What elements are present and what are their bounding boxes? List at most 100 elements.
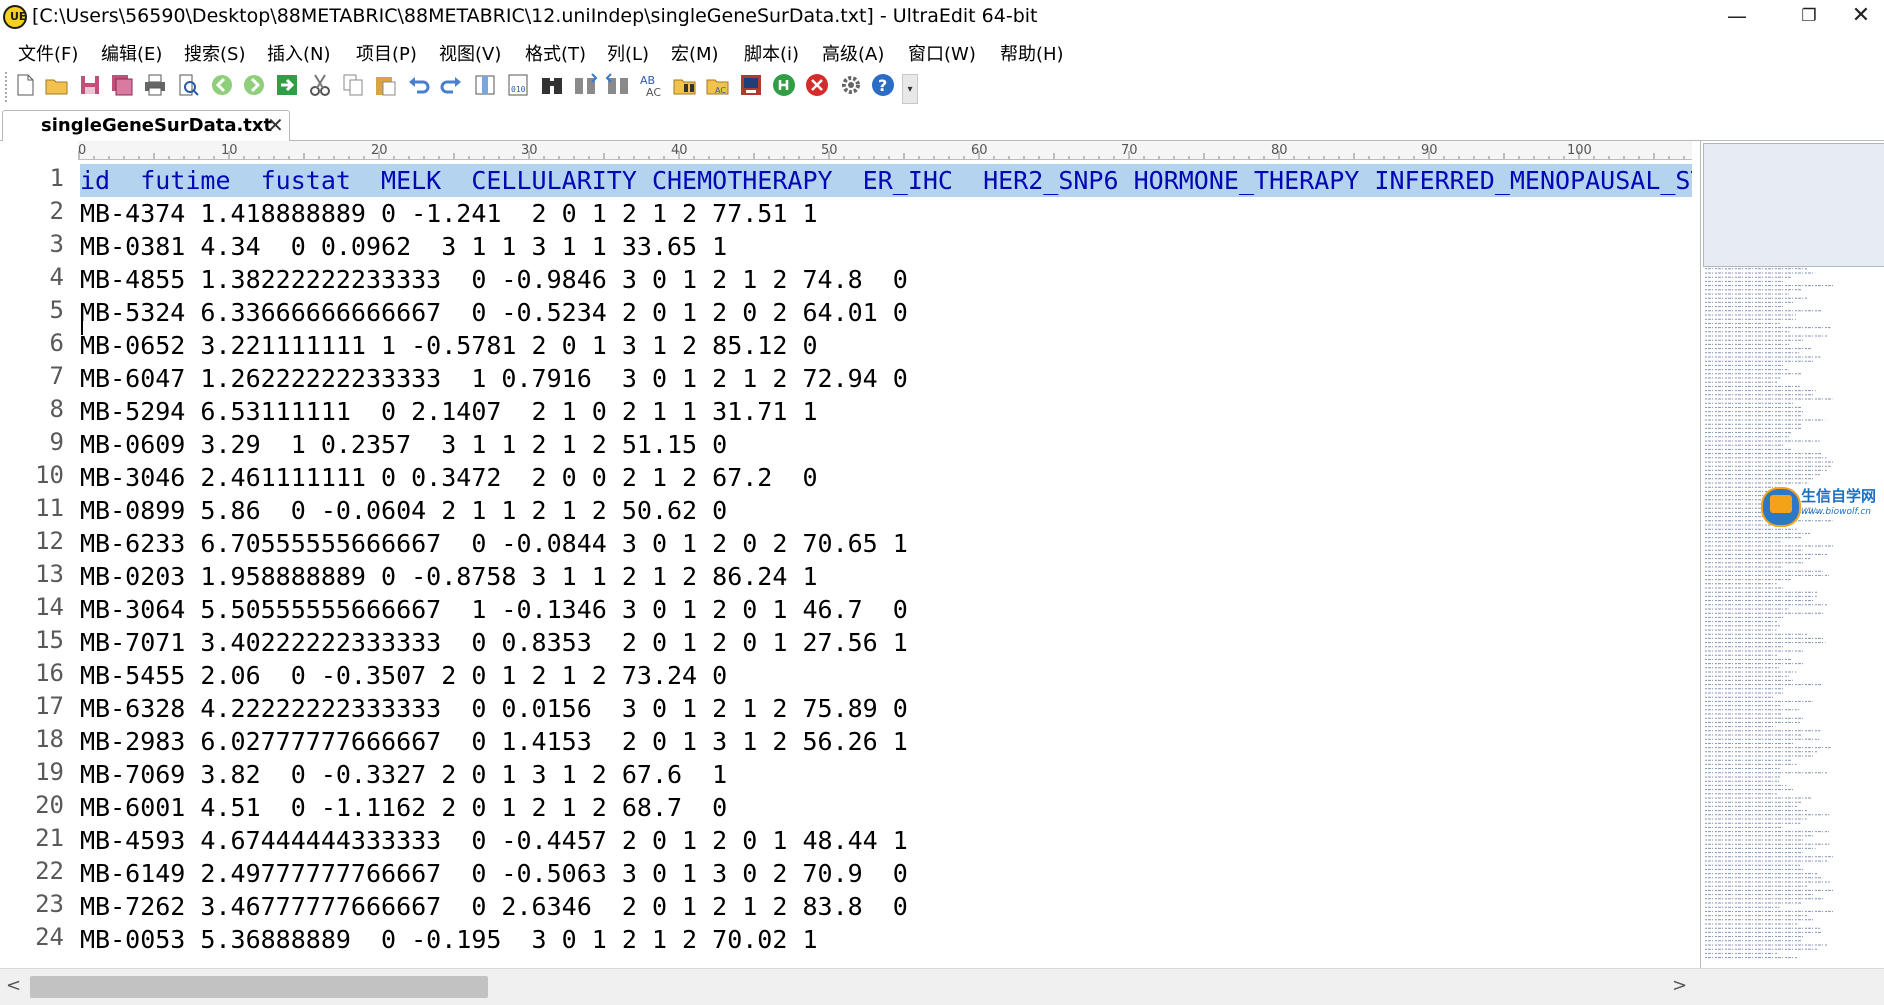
menu-edit[interactable]: 编辑(E) <box>101 40 162 66</box>
code-line[interactable]: MB-5455 2.06 0 -0.3507 2 0 1 2 1 2 73.24… <box>80 659 1692 692</box>
line-number[interactable]: 1 <box>4 164 64 192</box>
toolbar-overflow-button[interactable]: ▾ <box>902 74 918 104</box>
code-line[interactable]: MB-4855 1.38222222233333 0 -0.9846 3 0 1… <box>80 263 1692 296</box>
close-button[interactable]: ✕ <box>1836 0 1884 34</box>
menu-column[interactable]: 列(L) <box>607 40 649 66</box>
menu-format[interactable]: 格式(T) <box>525 40 586 66</box>
find-in-files-icon[interactable] <box>672 72 698 98</box>
line-number[interactable]: 22 <box>4 857 64 885</box>
line-number[interactable]: 20 <box>4 791 64 819</box>
horizontal-scrollbar[interactable]: < > <box>0 968 1700 1005</box>
line-number[interactable]: 7 <box>4 362 64 390</box>
code-line[interactable]: MB-0203 1.958888889 0 -0.8758 3 1 1 2 1 … <box>80 560 1692 593</box>
code-line[interactable]: MB-7069 3.82 0 -0.3327 2 0 1 3 1 2 67.6 … <box>80 758 1692 791</box>
maximize-button[interactable]: ❐ <box>1784 0 1834 34</box>
code-line[interactable]: MB-0609 3.29 1 0.2357 3 1 1 2 1 2 51.15 … <box>80 428 1692 461</box>
line-number[interactable]: 6 <box>4 329 64 357</box>
code-line[interactable]: MB-7262 3.46777777666667 0 2.6346 2 0 1 … <box>80 890 1692 923</box>
line-number[interactable]: 21 <box>4 824 64 852</box>
tab-close-icon[interactable]: ✕ <box>267 113 284 137</box>
ultraedit-logo-icon[interactable]: UE <box>3 5 27 29</box>
ftp-icon[interactable] <box>738 72 764 98</box>
macro-record-icon[interactable] <box>771 72 797 98</box>
code-line[interactable]: MB-3046 2.461111111 0 0.3472 2 0 0 2 1 2… <box>80 461 1692 494</box>
line-number[interactable]: 3 <box>4 230 64 258</box>
code-line[interactable]: MB-6149 2.49777777766667 0 -0.5063 3 0 1… <box>80 857 1692 890</box>
print-icon[interactable] <box>142 72 168 98</box>
menu-search[interactable]: 搜索(S) <box>184 40 245 66</box>
find-next-icon[interactable] <box>572 72 598 98</box>
line-number[interactable]: 11 <box>4 494 64 522</box>
code-area[interactable]: id futime fustat MELK CELLULARITY CHEMOT… <box>80 160 1692 968</box>
line-number[interactable]: 10 <box>4 461 64 489</box>
scrollbar-thumb[interactable] <box>30 976 488 998</box>
code-line[interactable]: MB-0652 3.221111111 1 -0.5781 2 0 1 3 1 … <box>80 329 1692 362</box>
line-number-gutter[interactable]: 1 2 3 4 5 6 7 8 9 10 11 12 13 14 15 16 17 18 19 20 21 22 23 24 <box>0 160 76 968</box>
code-line[interactable]: MB-4593 4.67444444333333 0 -0.4457 2 0 1… <box>80 824 1692 857</box>
line-number[interactable]: 8 <box>4 395 64 423</box>
save-icon[interactable] <box>77 72 103 98</box>
line-number[interactable]: 12 <box>4 527 64 555</box>
line-number[interactable]: 5 <box>4 296 64 324</box>
save-all-icon[interactable] <box>109 72 135 98</box>
line-number[interactable]: 4 <box>4 263 64 291</box>
line-number[interactable]: 9 <box>4 428 64 456</box>
open-folder-icon[interactable] <box>44 72 70 98</box>
print-preview-icon[interactable] <box>175 72 201 98</box>
line-number[interactable]: 15 <box>4 626 64 654</box>
code-line[interactable]: MB-0381 4.34 0 0.0962 3 1 1 3 1 1 33.65 … <box>80 230 1692 263</box>
code-line[interactable]: MB-3064 5.50555555666667 1 -0.1346 3 0 1… <box>80 593 1692 626</box>
line-number[interactable]: 14 <box>4 593 64 621</box>
help-icon[interactable]: ? <box>870 72 896 98</box>
menu-advanced[interactable]: 高级(A) <box>822 40 884 66</box>
menu-insert[interactable]: 插入(N) <box>267 40 331 66</box>
column-mode-icon[interactable] <box>472 72 498 98</box>
scroll-left-arrow[interactable]: < <box>6 975 21 996</box>
macro-stop-icon[interactable] <box>804 72 830 98</box>
toolbar-grip[interactable] <box>5 72 11 102</box>
menu-project[interactable]: 项目(P) <box>356 40 417 66</box>
code-line[interactable]: id futime fustat MELK CELLULARITY CHEMOT… <box>80 164 1692 197</box>
tab-singlegenesurdata[interactable]: singleGeneSurData.txt ✕ <box>2 110 290 143</box>
code-line[interactable]: MB-6328 4.22222222333333 0 0.0156 3 0 1 … <box>80 692 1692 725</box>
line-number[interactable]: 19 <box>4 758 64 786</box>
code-line[interactable]: MB-0899 5.86 0 -0.0604 2 1 1 2 1 2 50.62… <box>80 494 1692 527</box>
line-number[interactable]: 13 <box>4 560 64 588</box>
undo-icon[interactable] <box>406 72 432 98</box>
settings-icon[interactable] <box>838 72 864 98</box>
redo-icon[interactable] <box>438 72 464 98</box>
code-line[interactable]: MB-6047 1.26222222233333 1 0.7916 3 0 1 … <box>80 362 1692 395</box>
goto-icon[interactable] <box>274 72 300 98</box>
line-number[interactable]: 2 <box>4 197 64 225</box>
hex-mode-icon[interactable]: 010 <box>505 72 531 98</box>
code-line[interactable]: MB-4374 1.418888889 0 -1.241 2 0 1 2 1 2… <box>80 197 1692 230</box>
replace-icon[interactable]: AB AC <box>638 72 664 98</box>
line-number[interactable]: 16 <box>4 659 64 687</box>
line-number[interactable]: 18 <box>4 725 64 753</box>
code-line[interactable]: MB-5294 6.53111111 0 2.1407 2 1 0 2 1 1 … <box>80 395 1692 428</box>
editor-pane[interactable]: 0 10 20 30 40 50 60 70 80 90 100 1234567… <box>0 141 1700 968</box>
menu-view[interactable]: 视图(V) <box>439 40 501 66</box>
scroll-right-arrow[interactable]: > <box>1672 975 1687 996</box>
new-file-icon[interactable] <box>12 72 38 98</box>
find-prev-icon[interactable] <box>605 72 631 98</box>
line-number[interactable]: 24 <box>4 923 64 951</box>
minimap-viewport[interactable] <box>1703 143 1884 267</box>
menu-script[interactable]: 脚本(i) <box>744 40 799 66</box>
forward-icon[interactable] <box>241 72 267 98</box>
replace-in-files-icon[interactable]: AC <box>705 72 731 98</box>
line-number[interactable]: 17 <box>4 692 64 720</box>
menu-help[interactable]: 帮助(H) <box>1000 40 1064 66</box>
menu-window[interactable]: 窗口(W) <box>908 40 976 66</box>
code-line[interactable]: MB-7071 3.40222222333333 0 0.8353 2 0 1 … <box>80 626 1692 659</box>
menu-macro[interactable]: 宏(M) <box>671 40 719 66</box>
code-line[interactable]: MB-6001 4.51 0 -1.1162 2 0 1 2 1 2 68.7 … <box>80 791 1692 824</box>
code-line[interactable]: MB-2983 6.02777777666667 0 1.4153 2 0 1 … <box>80 725 1692 758</box>
code-line[interactable]: MB-6233 6.70555555666667 0 -0.0844 3 0 1… <box>80 527 1692 560</box>
line-number[interactable]: 23 <box>4 890 64 918</box>
minimize-button[interactable]: — <box>1712 0 1762 34</box>
code-line[interactable]: MB-5324 6.33666666666667 0 -0.5234 2 0 1… <box>80 296 1692 329</box>
menu-file[interactable]: 文件(F) <box>18 40 78 66</box>
cut-icon[interactable] <box>307 72 333 98</box>
copy-icon[interactable] <box>340 72 366 98</box>
